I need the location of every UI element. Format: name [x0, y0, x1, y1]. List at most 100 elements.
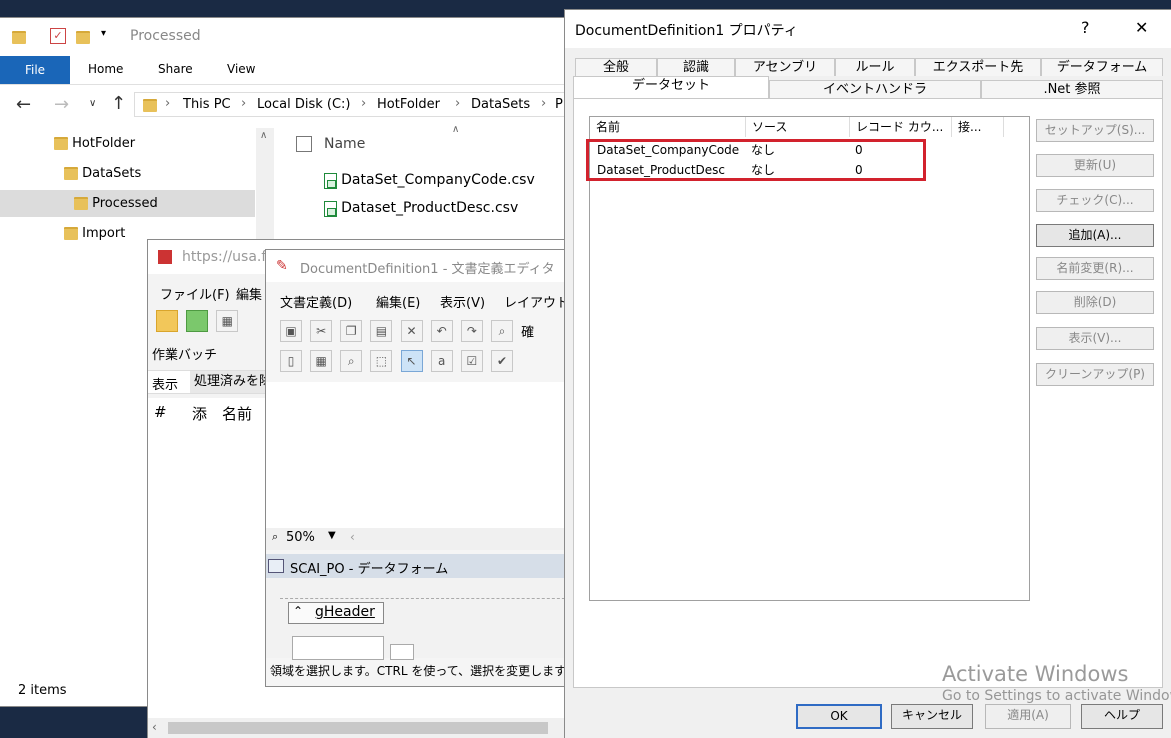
tree-item-hotfolder[interactable]: HotFolder [54, 136, 135, 151]
zoom-dropdown-icon[interactable]: ▼ [328, 530, 336, 541]
chevron-left-icon[interactable]: ‹ [350, 530, 355, 544]
editor-canvas[interactable] [266, 382, 568, 528]
tab-export[interactable]: エクスポート先 [915, 58, 1041, 76]
delete-button[interactable]: 削除(D) [1036, 291, 1154, 314]
column-header-connection[interactable]: 接... [952, 117, 1004, 137]
add-button[interactable]: 追加(A)... [1036, 224, 1154, 247]
preview-icon[interactable]: ⌕ [490, 320, 513, 342]
view-button[interactable]: 表示(V)... [1036, 327, 1154, 350]
close-icon[interactable]: ✕ [1135, 18, 1148, 37]
breadcrumb-sep: › [455, 96, 461, 111]
folder-icon [54, 137, 68, 150]
breadcrumb-hotfolder[interactable]: HotFolder [377, 97, 440, 112]
dataset-list[interactable]: 名前 ソース レコード カウ... 接... DataSet_CompanyCo… [586, 116, 1030, 601]
menu-view[interactable]: 表示(V) [440, 292, 485, 311]
help-button[interactable]: ? [1081, 18, 1090, 37]
tree-item-datasets[interactable]: DataSets [64, 166, 141, 181]
gheader-section[interactable]: ⌃ gHeader [288, 602, 384, 624]
menu-edit[interactable]: 編集(E) [376, 292, 420, 311]
dataset-list-header: 名前 ソース レコード カウ... 接... [590, 117, 1004, 137]
browser-hscrollbar[interactable]: ‹ [148, 718, 568, 738]
dataform-canvas[interactable]: ⌃ gHeader [266, 578, 568, 660]
scroll-thumb[interactable] [168, 722, 548, 734]
checkbox-field-icon[interactable]: ☑ [460, 350, 483, 372]
apply-button[interactable]: 適用(A) [985, 704, 1071, 729]
breadcrumb-this-pc[interactable]: This PC [183, 97, 231, 112]
breadcrumb-local-disk[interactable]: Local Disk (C:) [257, 97, 350, 112]
ok-button[interactable]: OK [796, 704, 882, 729]
breadcrumb-datasets[interactable]: DataSets [471, 97, 530, 112]
tab-file[interactable]: File [0, 56, 70, 84]
tree-item-import[interactable]: Import [64, 226, 125, 241]
delete-icon[interactable]: ✕ [400, 320, 423, 342]
back-arrow-icon[interactable]: ← [16, 94, 31, 115]
confirm-label[interactable]: 確 [521, 326, 534, 341]
column-header-number[interactable]: # [154, 403, 167, 421]
tab-view[interactable]: View [227, 62, 255, 76]
address-bar[interactable]: › This PC › Local Disk (C:) › HotFolder … [134, 92, 565, 117]
filter-exclude-processed[interactable]: 処理済みを除 [190, 371, 274, 393]
tab-rules[interactable]: ルール [835, 58, 915, 76]
chevron-left-icon[interactable]: ‹ [152, 720, 157, 734]
open-folder-icon[interactable] [156, 310, 178, 332]
column-header-attachment[interactable]: 添 [192, 403, 207, 424]
setup-button[interactable]: セットアップ(S)... [1036, 119, 1154, 142]
chevron-up-icon[interactable]: ∧ [260, 130, 267, 141]
column-header-name[interactable]: 名前 [222, 403, 252, 424]
column-header-source[interactable]: ソース [746, 117, 850, 137]
refresh-button[interactable]: 更新(U) [1036, 154, 1154, 177]
tab-net-reference[interactable]: .Net 参照 [981, 80, 1163, 98]
checkmark-field-icon[interactable]: ✔ [490, 350, 513, 372]
menu-file[interactable]: ファイル(F) [160, 284, 230, 303]
text-field-icon[interactable]: a [430, 350, 453, 372]
undo-icon[interactable]: ↶ [430, 320, 453, 342]
select-region-icon[interactable]: ⬚ [370, 350, 393, 372]
tab-home[interactable]: Home [88, 62, 123, 76]
quick-access-dropdown-icon[interactable]: ▾ [101, 28, 106, 39]
menu-document[interactable]: 文書定義(D) [280, 292, 352, 311]
list-item[interactable]: Dataset_ProductDesc.csv [324, 200, 518, 217]
new-folder-icon[interactable] [76, 31, 90, 44]
tab-recognition[interactable]: 認識 [657, 58, 735, 76]
zoom-level[interactable]: 50% [286, 530, 315, 545]
filter-view-label[interactable]: 表示 [152, 374, 178, 393]
grid-icon[interactable]: ▦ [310, 350, 333, 372]
zoom-icon[interactable]: ⌕ [340, 350, 363, 372]
tab-general[interactable]: 全般 [575, 58, 657, 76]
csv-file-icon [324, 200, 337, 217]
cleanup-button[interactable]: クリーンアップ(P) [1036, 363, 1154, 386]
menu-edit[interactable]: 編集 [236, 284, 262, 303]
tree-item-processed[interactable]: Processed [0, 190, 255, 217]
tab-dataset[interactable]: データセット [573, 76, 769, 98]
check-button[interactable]: チェック(C)... [1036, 189, 1154, 212]
column-header-record-count[interactable]: レコード カウ... [850, 117, 952, 137]
cut-icon[interactable]: ✂ [310, 320, 333, 342]
checkbox-icon[interactable]: ✓ [50, 28, 66, 44]
save-icon[interactable]: ▣ [280, 320, 302, 342]
copy-icon[interactable]: ❐ [340, 320, 363, 342]
up-arrow-icon[interactable]: ↑ [111, 93, 126, 114]
breadcrumb-processed[interactable]: P [555, 97, 563, 112]
column-header-name[interactable]: Name [324, 136, 365, 152]
collapse-icon[interactable]: ⌃ [293, 604, 303, 618]
pointer-icon[interactable]: ↖ [400, 350, 423, 372]
rename-button[interactable]: 名前変更(R)... [1036, 257, 1154, 280]
select-all-checkbox[interactable] [296, 136, 312, 152]
tab-event-handler[interactable]: イベントハンドラ [769, 80, 981, 98]
tab-share[interactable]: Share [158, 62, 193, 76]
forward-arrow-icon[interactable]: → [54, 94, 69, 115]
app-logo-icon [158, 250, 172, 264]
page-icon[interactable]: ▯ [280, 350, 302, 372]
help-button-bottom[interactable]: ヘルプ [1081, 704, 1163, 729]
tab-assembly[interactable]: アセンブリ [735, 58, 835, 76]
column-header-name[interactable]: 名前 [590, 117, 746, 137]
cancel-button[interactable]: キャンセル [891, 704, 973, 729]
redo-icon[interactable]: ↷ [460, 320, 483, 342]
paste-icon[interactable]: ▤ [370, 320, 393, 342]
tab-dataform[interactable]: データフォーム [1041, 58, 1163, 76]
list-item[interactable]: DataSet_CompanyCode.csv [324, 172, 535, 189]
save-disk-icon[interactable]: ▦ [216, 310, 239, 332]
open-remote-icon[interactable] [186, 310, 209, 332]
menu-layout[interactable]: レイアウト( [504, 292, 568, 311]
recent-dropdown-icon[interactable]: ∨ [89, 98, 96, 109]
